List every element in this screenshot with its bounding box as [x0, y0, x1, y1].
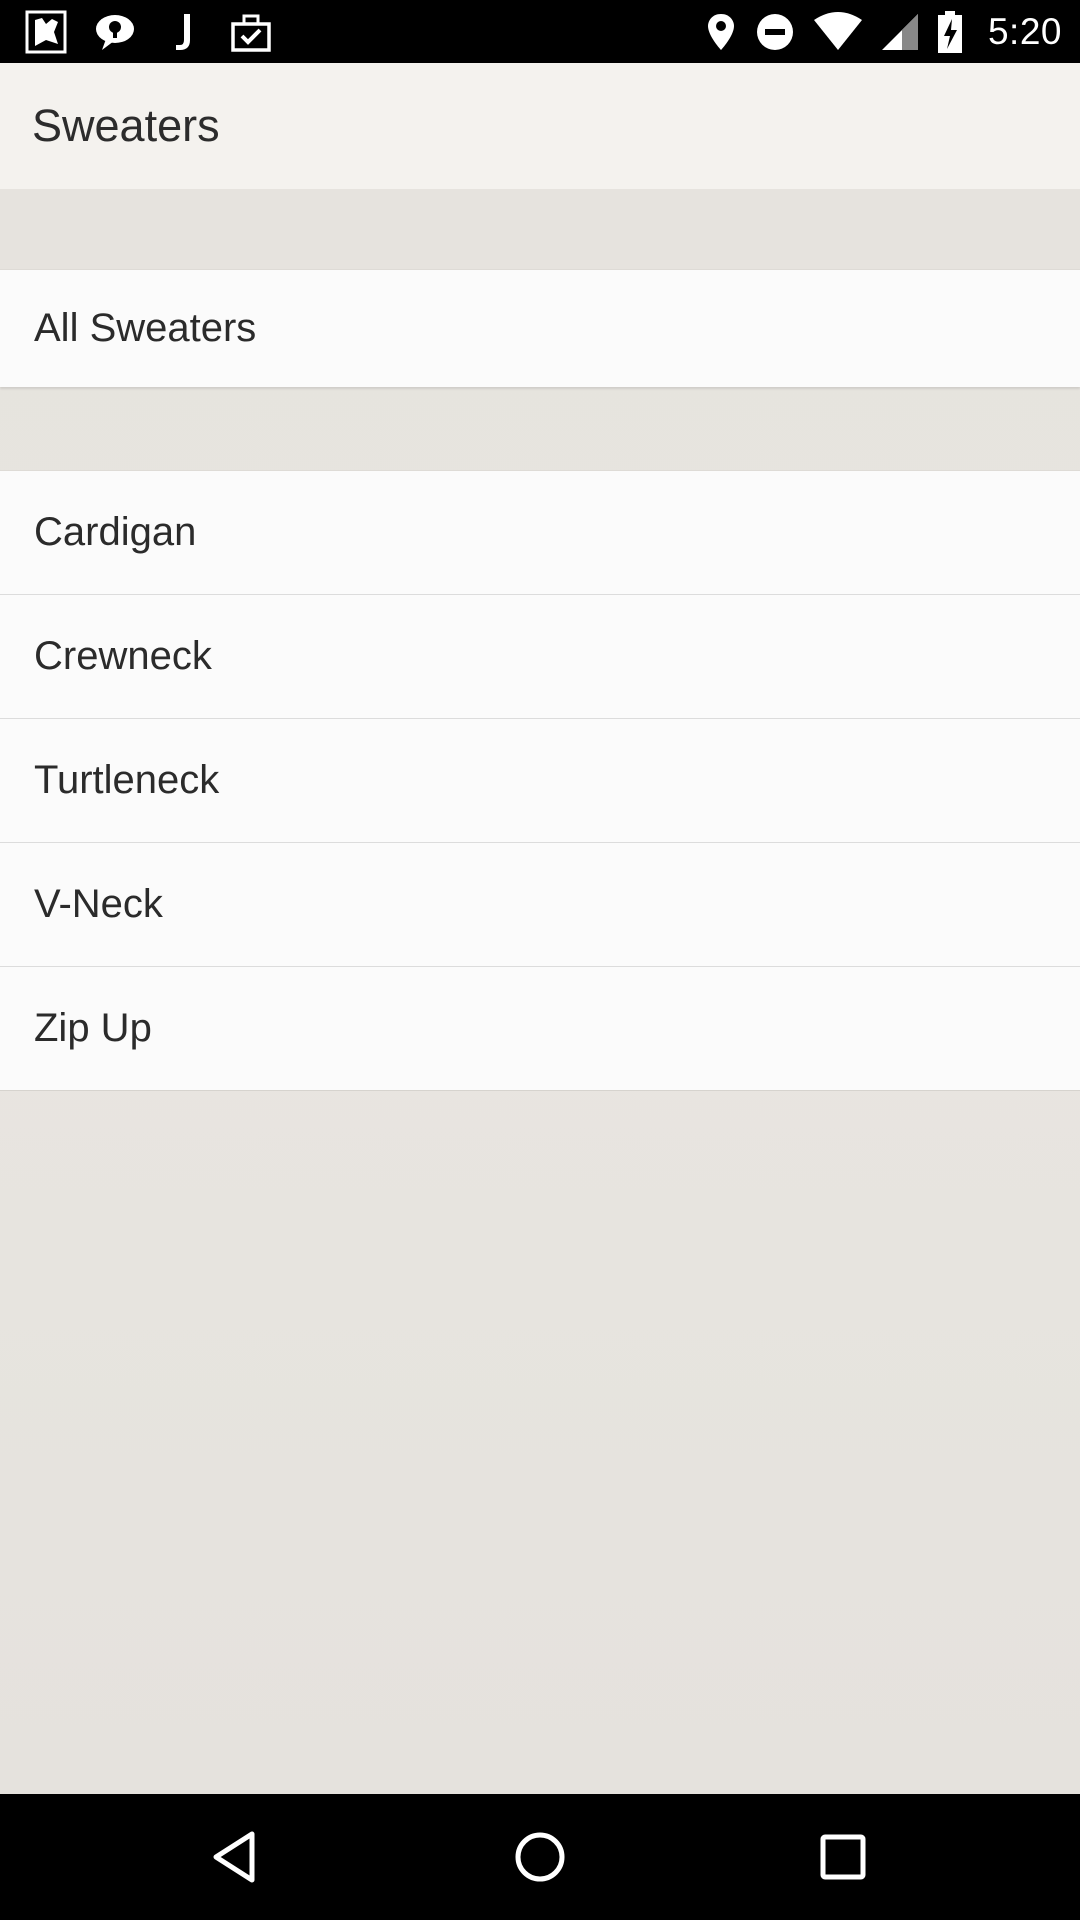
- list-item-all-sweaters[interactable]: All Sweaters: [0, 270, 1080, 387]
- location-pin-icon: [704, 10, 738, 54]
- list-item-label: Turtleneck: [34, 758, 220, 802]
- list-item-crewneck[interactable]: Crewneck: [0, 595, 1080, 719]
- briefcase-check-icon: [228, 10, 274, 54]
- home-button[interactable]: [505, 1822, 575, 1892]
- back-icon: [213, 1831, 255, 1883]
- recents-icon: [820, 1834, 866, 1880]
- navigation-bar: [0, 1794, 1080, 1920]
- system-status-icons: 5:20: [704, 6, 1062, 58]
- notification-icons: [24, 10, 274, 54]
- page-title: Sweaters: [32, 100, 220, 151]
- sweater-types-list: Cardigan Crewneck Turtleneck V-Neck Zip …: [0, 470, 1080, 1091]
- list-item-zip-up[interactable]: Zip Up: [0, 967, 1080, 1091]
- j-app-icon: [160, 10, 206, 54]
- wifi-icon: [812, 10, 864, 54]
- list-item-label: V-Neck: [34, 882, 163, 926]
- list-item-label: Crewneck: [34, 634, 212, 678]
- clock: 5:20: [987, 11, 1062, 52]
- list-item-turtleneck[interactable]: Turtleneck: [0, 719, 1080, 843]
- list-item-label: All Sweaters: [34, 306, 257, 350]
- map-app-icon: [24, 10, 70, 54]
- list-item-v-neck[interactable]: V-Neck: [0, 843, 1080, 967]
- list-item-label: Cardigan: [34, 510, 197, 554]
- back-button[interactable]: [202, 1822, 272, 1892]
- status-bar: 5:20: [0, 0, 1080, 63]
- all-sweaters-section: All Sweaters: [0, 269, 1080, 387]
- cell-signal-icon: [880, 10, 920, 54]
- chat-bubble-icon: [92, 10, 138, 54]
- app-bar: Sweaters: [0, 63, 1080, 189]
- home-icon: [515, 1832, 565, 1882]
- list-item-label: Zip Up: [34, 1006, 152, 1050]
- content-area: All Sweaters Cardigan Crewneck Turtlenec…: [0, 189, 1080, 1794]
- recents-button[interactable]: [808, 1822, 878, 1892]
- battery-charging-icon: [936, 10, 964, 54]
- do-not-disturb-icon: [754, 10, 796, 54]
- list-item-cardigan[interactable]: Cardigan: [0, 471, 1080, 595]
